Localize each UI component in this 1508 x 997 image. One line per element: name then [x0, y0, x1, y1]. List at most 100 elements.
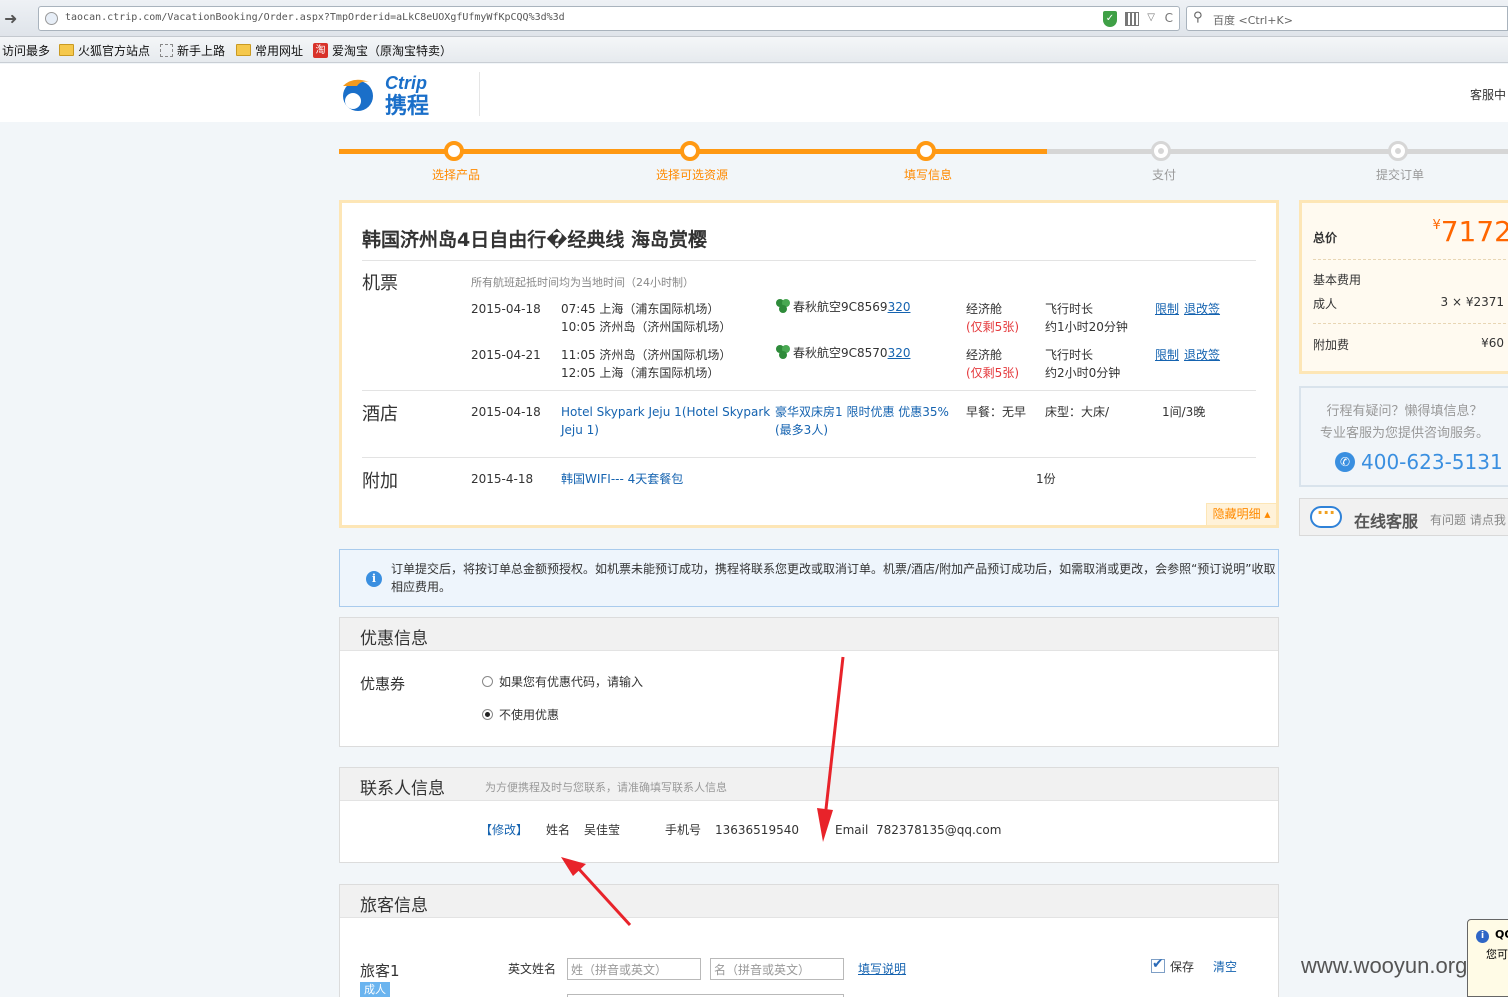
forward-icon[interactable]: ➜: [4, 9, 32, 29]
customer-service-link[interactable]: 客服中: [1470, 86, 1506, 103]
address-url[interactable]: taocan.ctrip.com/VacationBooking/Order.a…: [65, 12, 565, 23]
breakfast-info: 早餐：无早: [966, 405, 1027, 419]
flight-duration: 约2小时0分钟: [1045, 366, 1121, 380]
caret-up-icon: ▴: [1260, 507, 1271, 521]
progress-track-todo: [1047, 149, 1508, 154]
adult-tag: 成人: [360, 982, 390, 997]
address-bar[interactable]: taocan.ctrip.com/VacationBooking/Order.a…: [38, 6, 1180, 31]
aircraft-type-link[interactable]: 320: [888, 346, 911, 360]
refund-change-link[interactable]: 退改签: [1184, 300, 1220, 318]
clear-link[interactable]: 清空: [1213, 958, 1237, 976]
online-service-title: 在线客服: [1354, 512, 1419, 531]
svg-text:携程: 携程: [385, 93, 429, 116]
product-title: 韩国济州岛4日自由行�经典线 海岛赏樱: [362, 229, 707, 251]
hotel-name-link-cont[interactable]: Jeju 1): [561, 421, 599, 439]
contact-email-label: Email: [835, 823, 869, 837]
qr-code-icon[interactable]: [1125, 12, 1139, 26]
flight-section-label: 机票: [362, 273, 398, 294]
save-label: 保存: [1170, 960, 1195, 974]
flight-arrival: 10:05 济州岛（济州国际机场）: [561, 320, 732, 334]
bookmark-getting-started[interactable]: 新手上路: [160, 42, 225, 58]
hide-detail-button[interactable]: 隐藏明细 ▴: [1206, 503, 1276, 525]
room-capacity[interactable]: (最多3人): [775, 421, 828, 439]
step-dot-5: [1388, 141, 1408, 161]
restriction-link[interactable]: 限制: [1155, 346, 1179, 364]
contact-phone: 13636519540: [715, 823, 799, 837]
section-title: 优惠信息: [360, 629, 428, 649]
radio-button[interactable]: [482, 676, 493, 687]
seats-left: (仅剩5张): [966, 320, 1019, 334]
room-type-link[interactable]: 豪华双床房1 限时优惠 优惠35%: [775, 403, 949, 421]
logo-divider: [479, 72, 480, 116]
qq-notification[interactable]: i QQ 您可: [1467, 919, 1508, 997]
duration-label: 飞行时长: [1045, 348, 1094, 362]
step-label-5: 提交订单: [1375, 168, 1424, 182]
restriction-link[interactable]: 限制: [1155, 300, 1179, 318]
dropdown-arrow-icon[interactable]: ▽: [1147, 12, 1155, 23]
fill-guide-link[interactable]: 填写说明: [858, 960, 906, 978]
page-icon: [160, 43, 173, 57]
bookmark-common-sites[interactable]: 常用网址: [236, 42, 303, 58]
flight-duration: 约1小时20分钟: [1045, 320, 1128, 334]
contact-name: 吴佳莹: [584, 823, 621, 837]
spring-airlines-icon: [776, 299, 790, 313]
edit-contact-link[interactable]: 【修改】: [480, 821, 528, 839]
refresh-icon[interactable]: C: [1165, 11, 1173, 25]
help-line-1: 行程有疑问？懒得填信息？: [1326, 404, 1483, 419]
help-line-2: 专业客服为您提供咨询服务。: [1319, 426, 1489, 441]
traveler-section: 旅客信息 旅客1 成人 英文姓名 姓（拼音或英文） 名（拼音或英文） 填写说明 …: [339, 884, 1279, 997]
radio-button-selected[interactable]: [482, 709, 493, 720]
aircraft-type-link[interactable]: 320: [888, 300, 911, 314]
save-checkbox[interactable]: [1151, 956, 1165, 973]
hotline: ✆ 400-623-5131: [1335, 450, 1503, 474]
divider: [362, 457, 1256, 458]
total-label: 总价: [1313, 231, 1338, 245]
hotel-section-label: 酒店: [362, 404, 398, 425]
total-price: ¥7172: [1432, 215, 1508, 248]
no-discount-option[interactable]: 不使用优惠: [482, 706, 559, 723]
online-service-subtitle: 有问题 请点我: [1430, 513, 1506, 527]
section-header: 优惠信息: [340, 618, 1278, 651]
svg-text:Ctrip: Ctrip: [385, 73, 427, 93]
step-label-4: 支付: [1151, 168, 1176, 182]
wifi-package-link[interactable]: 韩国WIFI--- 4天套餐包: [561, 470, 683, 488]
english-name-label: 英文姓名: [508, 962, 557, 976]
contact-name-label: 姓名: [546, 823, 571, 837]
bookmark-firefox-site[interactable]: 火狐官方站点: [59, 42, 150, 58]
search-placeholder[interactable]: 百度 <Ctrl+K>: [1213, 12, 1293, 28]
bookmark-taobao[interactable]: 淘爱淘宝（原淘宝特卖）: [313, 42, 452, 58]
bookmark-most-visited[interactable]: 访问最多: [2, 42, 50, 58]
coupon-code-option[interactable]: 如果您有优惠代码，请输入: [482, 673, 643, 690]
step-label-2: 选择可选资源: [655, 168, 728, 182]
extra-date: 2015-4-18: [471, 472, 534, 486]
extra-section-label: 附加: [362, 471, 398, 492]
info-icon: i: [1476, 930, 1489, 943]
online-service-button[interactable]: 在线客服 有问题 请点我: [1299, 498, 1508, 536]
notice-text: 订单提交后，将按订单总金额预授权。如机票未能预订成功，携程将联系您更改或取消订单…: [391, 562, 1276, 594]
given-name-input[interactable]: 名（拼音或英文）: [710, 958, 844, 980]
flight-departure: 11:05 济州岛（济州国际机场）: [561, 348, 732, 362]
step-dot-4: [1151, 141, 1171, 161]
base-fee-label: 基本费用: [1313, 273, 1362, 287]
flight-date: 2015-04-18: [471, 302, 541, 316]
bed-type: 床型：大床/: [1045, 405, 1110, 419]
security-shield-icon[interactable]: ✓: [1103, 11, 1117, 27]
booking-progress: 选择产品 选择可选资源 填写信息 支付 提交订单: [339, 138, 1508, 188]
divider: [362, 390, 1256, 391]
section-header: 联系人信息 为方便携程及时与您联系，请准确填写联系人信息: [340, 768, 1278, 801]
cabin-class: 经济舱: [966, 302, 1003, 316]
traveler-label: 旅客1: [360, 962, 400, 980]
qq-text: 您可: [1486, 948, 1508, 961]
section-title: 旅客信息: [360, 896, 428, 916]
step-label-3: 填写信息: [903, 168, 952, 182]
refund-change-link[interactable]: 退改签: [1184, 346, 1220, 364]
surname-input[interactable]: 姓（拼音或英文）: [567, 958, 701, 980]
coupon-label: 优惠券: [360, 675, 406, 693]
hotel-name-link[interactable]: Hotel Skypark Jeju 1(Hotel Skypark: [561, 403, 770, 421]
search-box[interactable]: ⚲ 百度 <Ctrl+K>: [1186, 6, 1508, 31]
step-dot-1: [444, 141, 464, 161]
site-identity-icon[interactable]: [45, 12, 58, 25]
ctrip-logo[interactable]: Ctrip 携程: [339, 72, 459, 116]
hotel-date: 2015-04-18: [471, 405, 541, 419]
flight-date: 2015-04-21: [471, 348, 541, 362]
